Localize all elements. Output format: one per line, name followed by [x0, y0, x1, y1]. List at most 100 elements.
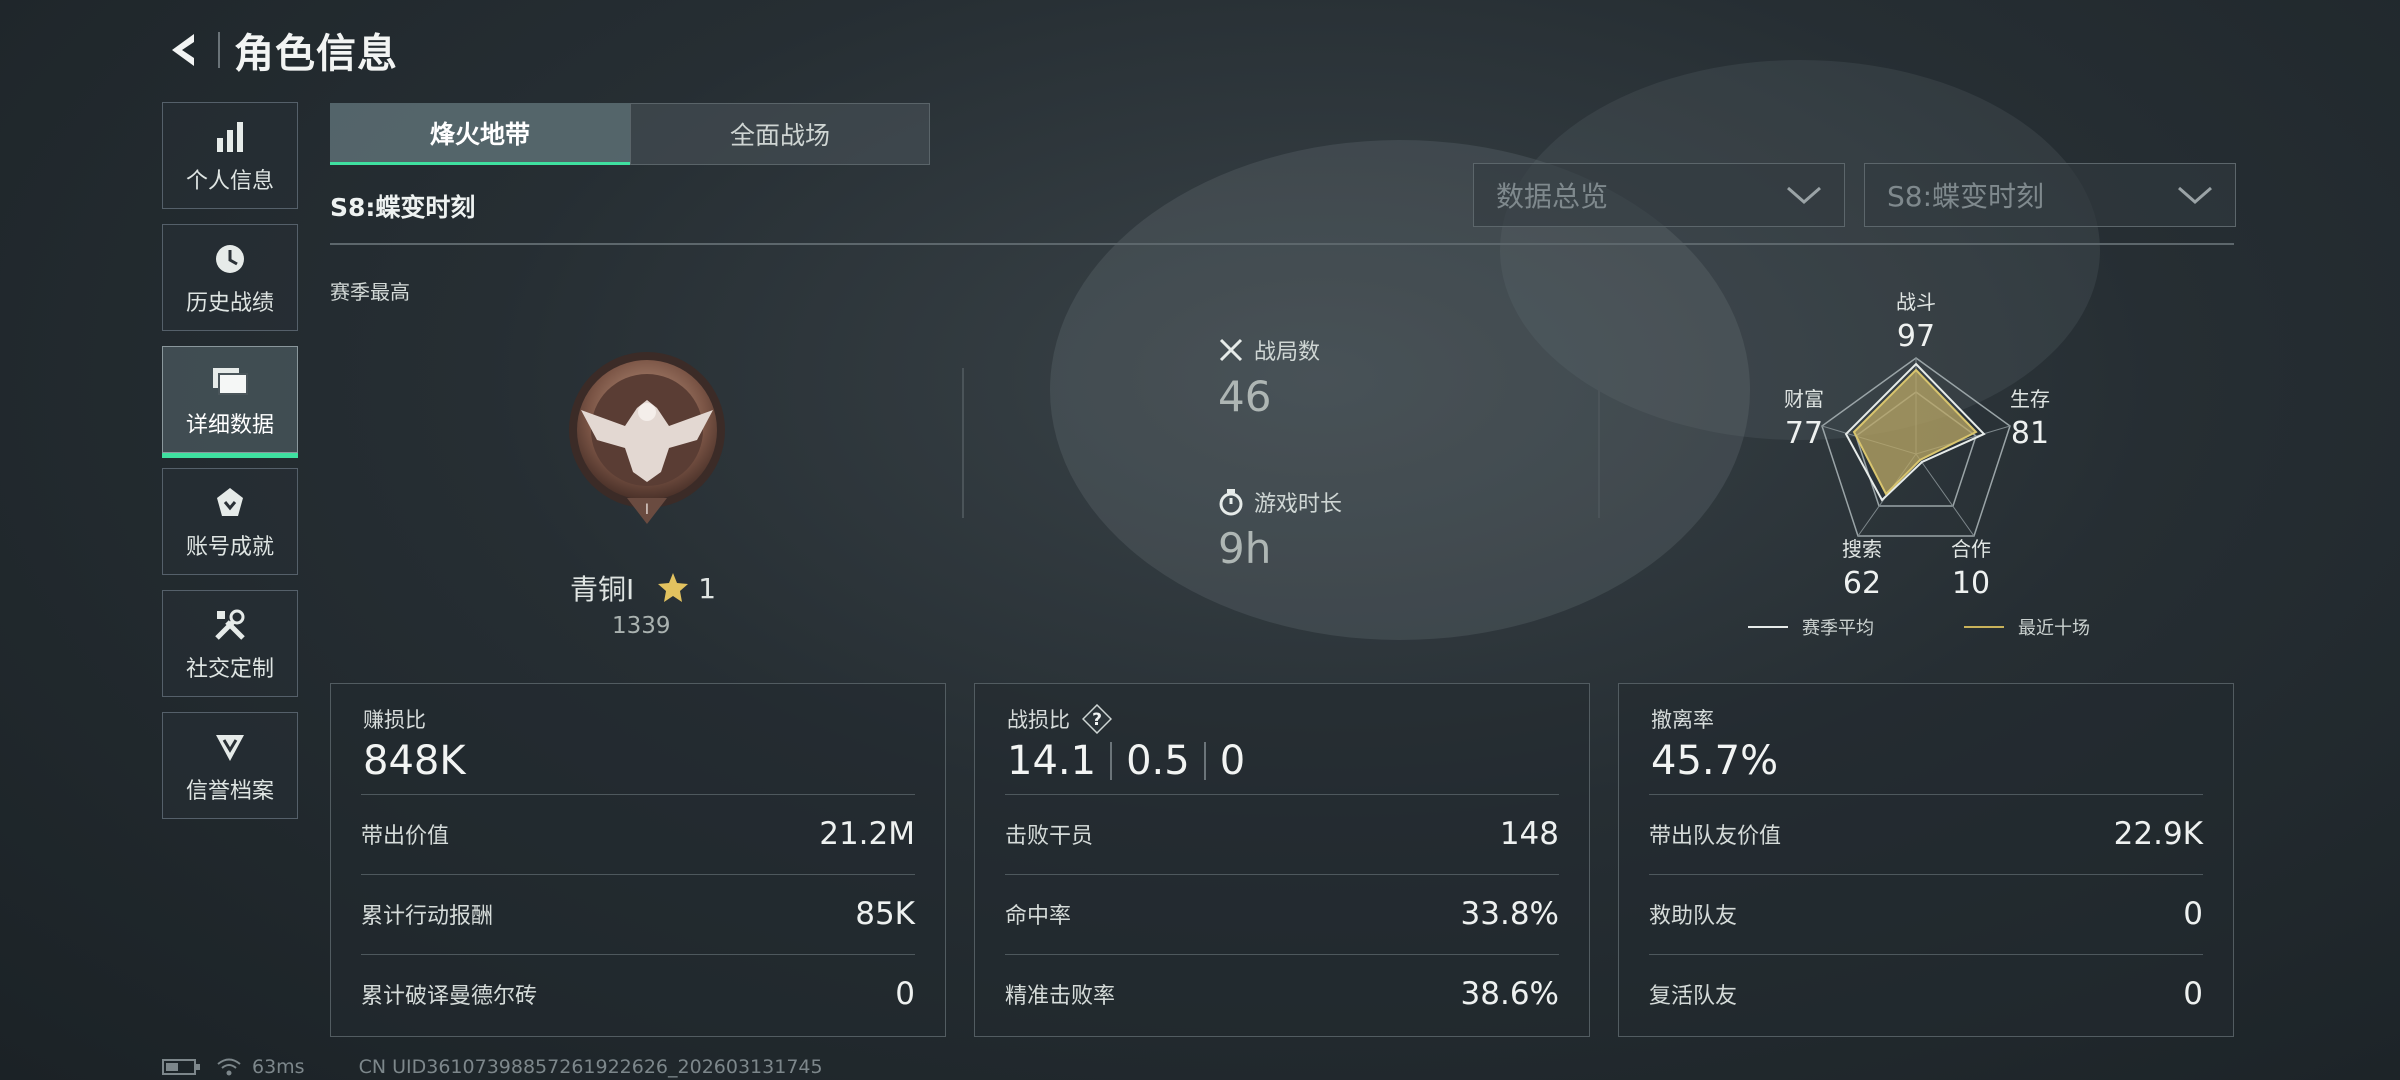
- row-label: 击败干员: [1005, 824, 1094, 849]
- sidebar-item-label: 账号成就: [185, 534, 274, 560]
- overview-divider: [962, 368, 964, 518]
- playtime-stat: 游戏时长 9h: [1218, 486, 1342, 573]
- back-button[interactable]: [160, 26, 208, 74]
- row-value: 0: [895, 976, 915, 1012]
- table-row: 累计行动报酬 85K: [361, 874, 915, 953]
- header: 角色信息: [160, 22, 398, 78]
- tab-hazard-zone[interactable]: 烽火地带: [330, 103, 630, 165]
- card-title: 赚损比: [363, 708, 426, 732]
- row-label: 累计破译曼德尔砖: [361, 984, 538, 1009]
- sidebar-item-social[interactable]: 社交定制: [162, 590, 298, 697]
- bar-chart-icon: [213, 117, 247, 157]
- wifi-icon: [217, 1058, 241, 1076]
- row-value: 148: [1499, 816, 1559, 852]
- radar-value-combat: 97: [1896, 319, 1936, 354]
- sidebar-item-achievements[interactable]: 账号成就: [162, 468, 298, 575]
- row-label: 救助队友: [1649, 904, 1738, 929]
- row-value: 33.8%: [1460, 896, 1559, 932]
- ratio-divider: [1110, 742, 1113, 780]
- dropdown-value: S8:蝶变时刻: [1887, 180, 2045, 213]
- sidebar-item-label: 详细数据: [185, 412, 274, 438]
- sidebar-item-credit[interactable]: 信誉档案: [162, 712, 298, 819]
- row-label: 带出队友价值: [1649, 824, 1782, 849]
- playtime-header: 游戏时长: [1218, 486, 1342, 518]
- profit-card: 赚损比 848K 带出价值 21.2M 累计行动报酬 85K 累计破译曼德尔砖 …: [330, 683, 946, 1037]
- rank-score: 1339: [612, 613, 671, 639]
- section-divider: [330, 243, 2234, 245]
- svg-text:Ⅰ: Ⅰ: [645, 502, 649, 518]
- crossed-swords-icon: [1219, 338, 1243, 362]
- profit-ratio-value: 848K: [363, 738, 466, 784]
- status-bar: 63ms CN UID3610739885726192262​6_2026031…: [162, 1056, 823, 1078]
- legend-line: [1964, 626, 2004, 628]
- table-row: 精准击败率 38.6%: [1005, 954, 1559, 1033]
- help-glyph: ?: [1092, 710, 1102, 730]
- sidebar-item-label: 历史战绩: [185, 290, 274, 316]
- radar-label-wealth: 财富: [1784, 387, 1824, 411]
- sidebar: 个人信息 历史战绩 详细数据 账号成就 社交定制 信誉档案: [162, 102, 300, 834]
- matches-header: 战局数: [1218, 334, 1320, 366]
- matches-label: 战局数: [1254, 340, 1321, 365]
- tab-full-battlefield[interactable]: 全面战场: [630, 103, 930, 165]
- table-row: 带出价值 21.2M: [361, 794, 915, 873]
- chevron-down-icon: [1787, 186, 1821, 204]
- legend-season-average: 赛季平均: [1748, 614, 1874, 640]
- secondary-ratio-value: 0.5: [1126, 738, 1190, 784]
- matches-value: 46: [1218, 372, 1272, 421]
- radar-value-search: 62: [1842, 566, 1882, 601]
- dropdown-value: 数据总览: [1496, 180, 1609, 213]
- table-row: 带出队友价值 22.9K: [1649, 794, 2203, 873]
- tools-icon: [213, 605, 247, 645]
- radar-label-survival: 生存: [2010, 387, 2050, 411]
- battery-icon: [162, 1059, 200, 1075]
- header-divider: [218, 32, 220, 68]
- sidebar-item-label: 个人信息: [185, 168, 274, 194]
- playtime-label: 游戏时长: [1254, 492, 1343, 517]
- row-label: 复活队友: [1649, 984, 1738, 1009]
- rank-name: 青铜Ⅰ 1: [570, 568, 716, 608]
- row-value: 0: [2183, 976, 2203, 1012]
- table-row: 命中率 33.8%: [1005, 874, 1559, 953]
- legend-recent-ten: 最近十场: [1964, 614, 2090, 640]
- matches-stat: 战局数 46: [1218, 334, 1320, 421]
- row-label: 命中率: [1005, 904, 1072, 929]
- radar-value-wealth: 77: [1784, 416, 1824, 451]
- emblem-icon: [213, 727, 247, 767]
- sidebar-item-personal-info[interactable]: 个人信息: [162, 102, 298, 209]
- page-title: 角色信息: [234, 31, 398, 77]
- table-row: 击败干员 148: [1005, 794, 1559, 873]
- season-dropdown[interactable]: S8:蝶变时刻: [1864, 163, 2236, 227]
- radar-label-teamwork: 合作: [1951, 537, 1991, 561]
- row-label: 累计行动报酬: [361, 904, 494, 929]
- season-best-label: 赛季最高: [330, 280, 410, 304]
- ping-text: 63ms: [252, 1056, 305, 1078]
- stopwatch-icon: [1219, 489, 1243, 516]
- kd-ratio-value: 14.1: [1007, 738, 1097, 784]
- table-row: 复活队友 0: [1649, 954, 2203, 1033]
- row-value: 22.9K: [2113, 816, 2203, 852]
- sidebar-item-label: 社交定制: [185, 656, 274, 682]
- star-icon: [658, 573, 689, 602]
- row-value: 21.2M: [819, 816, 915, 852]
- uid-text: CN UID3610739885726192262​6_202603131745: [358, 1056, 823, 1078]
- row-value: 38.6%: [1460, 976, 1559, 1012]
- back-arrow-icon: [172, 34, 194, 66]
- legend-label: 最近十场: [2018, 618, 2090, 639]
- table-row: 救助队友 0: [1649, 874, 2203, 953]
- row-label: 精准击败率: [1005, 984, 1116, 1009]
- category-dropdown[interactable]: 数据总览: [1473, 163, 1845, 227]
- sidebar-item-history[interactable]: 历史战绩: [162, 224, 298, 331]
- radar-label-search: 搜索: [1842, 537, 1882, 561]
- radar-value-survival: 81: [2010, 416, 2050, 451]
- folder-icon: [211, 361, 249, 401]
- extract-rate-value: 45.7%: [1651, 738, 1779, 784]
- card-title-text: 战损比: [1007, 708, 1070, 732]
- legend-line: [1748, 626, 1788, 628]
- mode-tabs: 烽火地带 全面战场: [330, 103, 930, 165]
- help-icon[interactable]: ?: [1082, 704, 1112, 734]
- row-value: 0: [2183, 896, 2203, 932]
- card-title: 战损比 ?: [1007, 704, 1112, 734]
- combat-ratio-values: 14.1 0.5 0: [1007, 738, 1245, 784]
- rank-emblem-icon: Ⅰ: [569, 352, 725, 524]
- sidebar-item-detailed-data[interactable]: 详细数据: [162, 346, 298, 458]
